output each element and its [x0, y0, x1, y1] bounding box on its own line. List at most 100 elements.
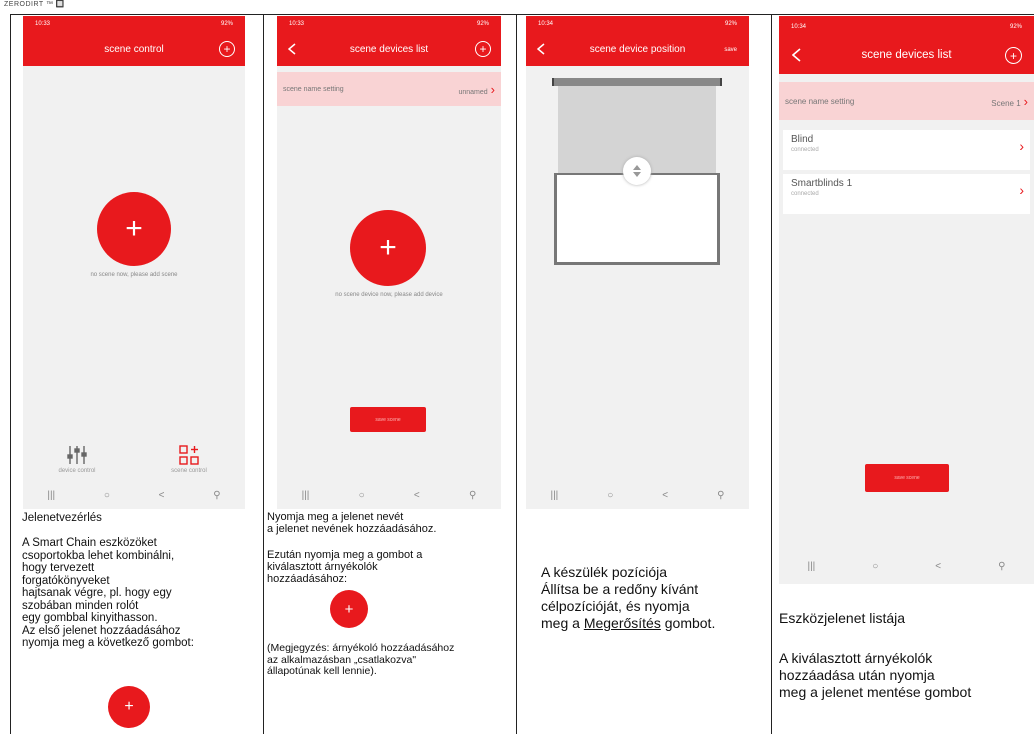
- caption-position-title: A készülék pozíciója: [541, 564, 668, 580]
- caption-add-button-illustration: +: [108, 686, 150, 728]
- chevron-right-icon: ›: [1023, 93, 1028, 109]
- status-time: 10:34: [538, 21, 554, 27]
- caption-save-scene: A kiválasztott árnyékolók hozzáadása utá…: [779, 650, 972, 700]
- add-scene-button[interactable]: +: [97, 192, 171, 266]
- status-bar: 10:34 92%: [526, 16, 749, 32]
- home-icon[interactable]: ○: [607, 490, 613, 501]
- accessibility-icon[interactable]: ⚲: [717, 490, 724, 501]
- device-status: connected: [791, 191, 819, 197]
- back-nav-icon[interactable]: <: [935, 561, 941, 572]
- caption-position-line3: célpozícióját, és nyomja: [541, 598, 690, 614]
- screen-scene-devices-empty: 10:33 92% scene devices list + scene nam…: [277, 16, 501, 509]
- page-title: scene control: [104, 44, 164, 55]
- page-title: scene devices list: [861, 49, 952, 61]
- app-bar: 10:33 92% scene control +: [23, 16, 245, 66]
- scene-name-setting-row[interactable]: scene name setting Scene 1 ›: [779, 82, 1034, 120]
- caption-position-post: gombot.: [660, 615, 716, 631]
- status-battery: 92%: [724, 21, 737, 27]
- device-control-tab[interactable]: device control: [45, 444, 109, 474]
- status-battery: 92%: [476, 21, 489, 27]
- caption-position-line2: Állítsa be a redőny kívánt: [541, 581, 699, 597]
- screen-scene-control: 10:33 92% scene control + + no scene now…: [23, 16, 245, 509]
- caption-add-button-illustration: +: [330, 590, 368, 628]
- system-nav-bar: ||| ○ < ⚲: [23, 481, 245, 509]
- accessibility-icon[interactable]: ⚲: [213, 490, 220, 501]
- device-control-label: device control: [58, 468, 96, 474]
- device-list-item[interactable]: Smartblinds 1 connected ›: [783, 174, 1030, 214]
- add-device-icon[interactable]: +: [475, 41, 491, 57]
- system-nav-bar: ||| ○ < ⚲: [277, 481, 501, 509]
- caption-confirm-word: Megerősítés: [583, 615, 661, 631]
- recent-apps-icon[interactable]: |||: [302, 490, 310, 501]
- app-bar: 10:33 92% scene devices list +: [277, 16, 501, 66]
- add-device-icon[interactable]: +: [1005, 47, 1022, 64]
- scene-grid-icon: [179, 445, 199, 465]
- scene-control-label: scene control: [171, 468, 207, 474]
- save-scene-button[interactable]: save scene: [865, 464, 949, 492]
- back-nav-icon[interactable]: <: [414, 490, 420, 501]
- chevron-right-icon: ›: [1019, 182, 1024, 198]
- device-name: Blind: [791, 134, 814, 145]
- scene-name-value: Scene 1: [991, 98, 1021, 108]
- home-icon[interactable]: ○: [359, 490, 365, 501]
- up-down-arrows-icon: [633, 165, 641, 177]
- page-title: scene devices list: [349, 44, 429, 55]
- status-bar: 10:33 92%: [277, 16, 501, 32]
- device-status: connected: [791, 147, 819, 153]
- sliders-icon: [67, 446, 87, 464]
- caption-add-device: Ezután nyomja meg a gombot a kiválasztot…: [267, 549, 423, 585]
- divider-1: [10, 14, 11, 734]
- screen-scene-device-position: 10:34 92% scene device position save |||…: [526, 16, 749, 509]
- add-device-button[interactable]: +: [350, 210, 426, 286]
- window-frame: [554, 173, 720, 265]
- device-list-item[interactable]: Blind connected ›: [783, 130, 1030, 170]
- device-name: Smartblinds 1: [791, 178, 853, 189]
- home-icon[interactable]: ○: [104, 490, 110, 501]
- scene-name-value: unnamed: [458, 88, 488, 96]
- screen-scene-devices-list: 10:34 92% scene devices list + scene nam…: [779, 16, 1034, 584]
- divider-2: [263, 14, 264, 734]
- recent-apps-icon[interactable]: |||: [47, 490, 55, 501]
- scene-name-label: scene name setting: [283, 85, 344, 93]
- app-bar: 10:34 92% scene device position save: [526, 16, 749, 66]
- status-bar: 10:34 92%: [779, 16, 1034, 38]
- status-time: 10:34: [791, 24, 807, 30]
- divider-4: [771, 14, 772, 734]
- status-bar: 10:33 92%: [23, 16, 245, 32]
- caption-device-position: A készülék pozíciója Állítsa be a redőny…: [541, 564, 769, 632]
- home-icon[interactable]: ○: [872, 561, 878, 572]
- save-scene-button[interactable]: save scene: [350, 407, 426, 432]
- chevron-right-icon: ›: [490, 81, 495, 97]
- accessibility-icon[interactable]: ⚲: [998, 561, 1005, 572]
- status-battery: 92%: [1009, 24, 1022, 30]
- page-title: scene device position: [589, 44, 686, 55]
- caption-scene-name: Nyomja meg a jelenet nevét a jelenet nev…: [267, 511, 437, 535]
- save-link[interactable]: save: [724, 47, 737, 53]
- system-nav-bar: ||| ○ < ⚲: [526, 481, 749, 509]
- recent-apps-icon[interactable]: |||: [550, 490, 558, 501]
- top-border: [10, 14, 1034, 15]
- divider-3: [516, 14, 517, 734]
- status-time: 10:33: [35, 21, 51, 27]
- chevron-right-icon: ›: [1019, 138, 1024, 154]
- system-nav-bar: ||| ○ < ⚲: [779, 548, 1034, 584]
- app-bar: 10:34 92% scene devices list +: [779, 16, 1034, 74]
- blind-rail: [552, 78, 722, 86]
- blind-frame: [552, 78, 722, 268]
- caption-position-pre: meg a: [541, 615, 584, 631]
- add-scene-icon[interactable]: +: [219, 41, 235, 57]
- back-nav-icon[interactable]: <: [662, 490, 668, 501]
- scene-name-label: scene name setting: [785, 96, 855, 106]
- status-battery: 92%: [220, 21, 233, 27]
- status-time: 10:33: [289, 21, 305, 27]
- recent-apps-icon[interactable]: |||: [807, 561, 815, 572]
- scene-name-setting-row[interactable]: scene name setting unnamed ›: [277, 72, 501, 106]
- position-drag-handle[interactable]: [623, 157, 651, 185]
- accessibility-icon[interactable]: ⚲: [469, 490, 476, 501]
- scene-control-tab[interactable]: scene control: [157, 444, 221, 474]
- caption-scene-control: Jelenetvezérlés A Smart Chain eszközöket…: [22, 512, 194, 649]
- header-mark: ZERODIRT ™ 🔲: [4, 1, 66, 8]
- empty-state-text: no scene now, please add scene: [90, 272, 178, 278]
- empty-state-text: no scene device now, please add device: [335, 292, 443, 298]
- back-nav-icon[interactable]: <: [159, 490, 165, 501]
